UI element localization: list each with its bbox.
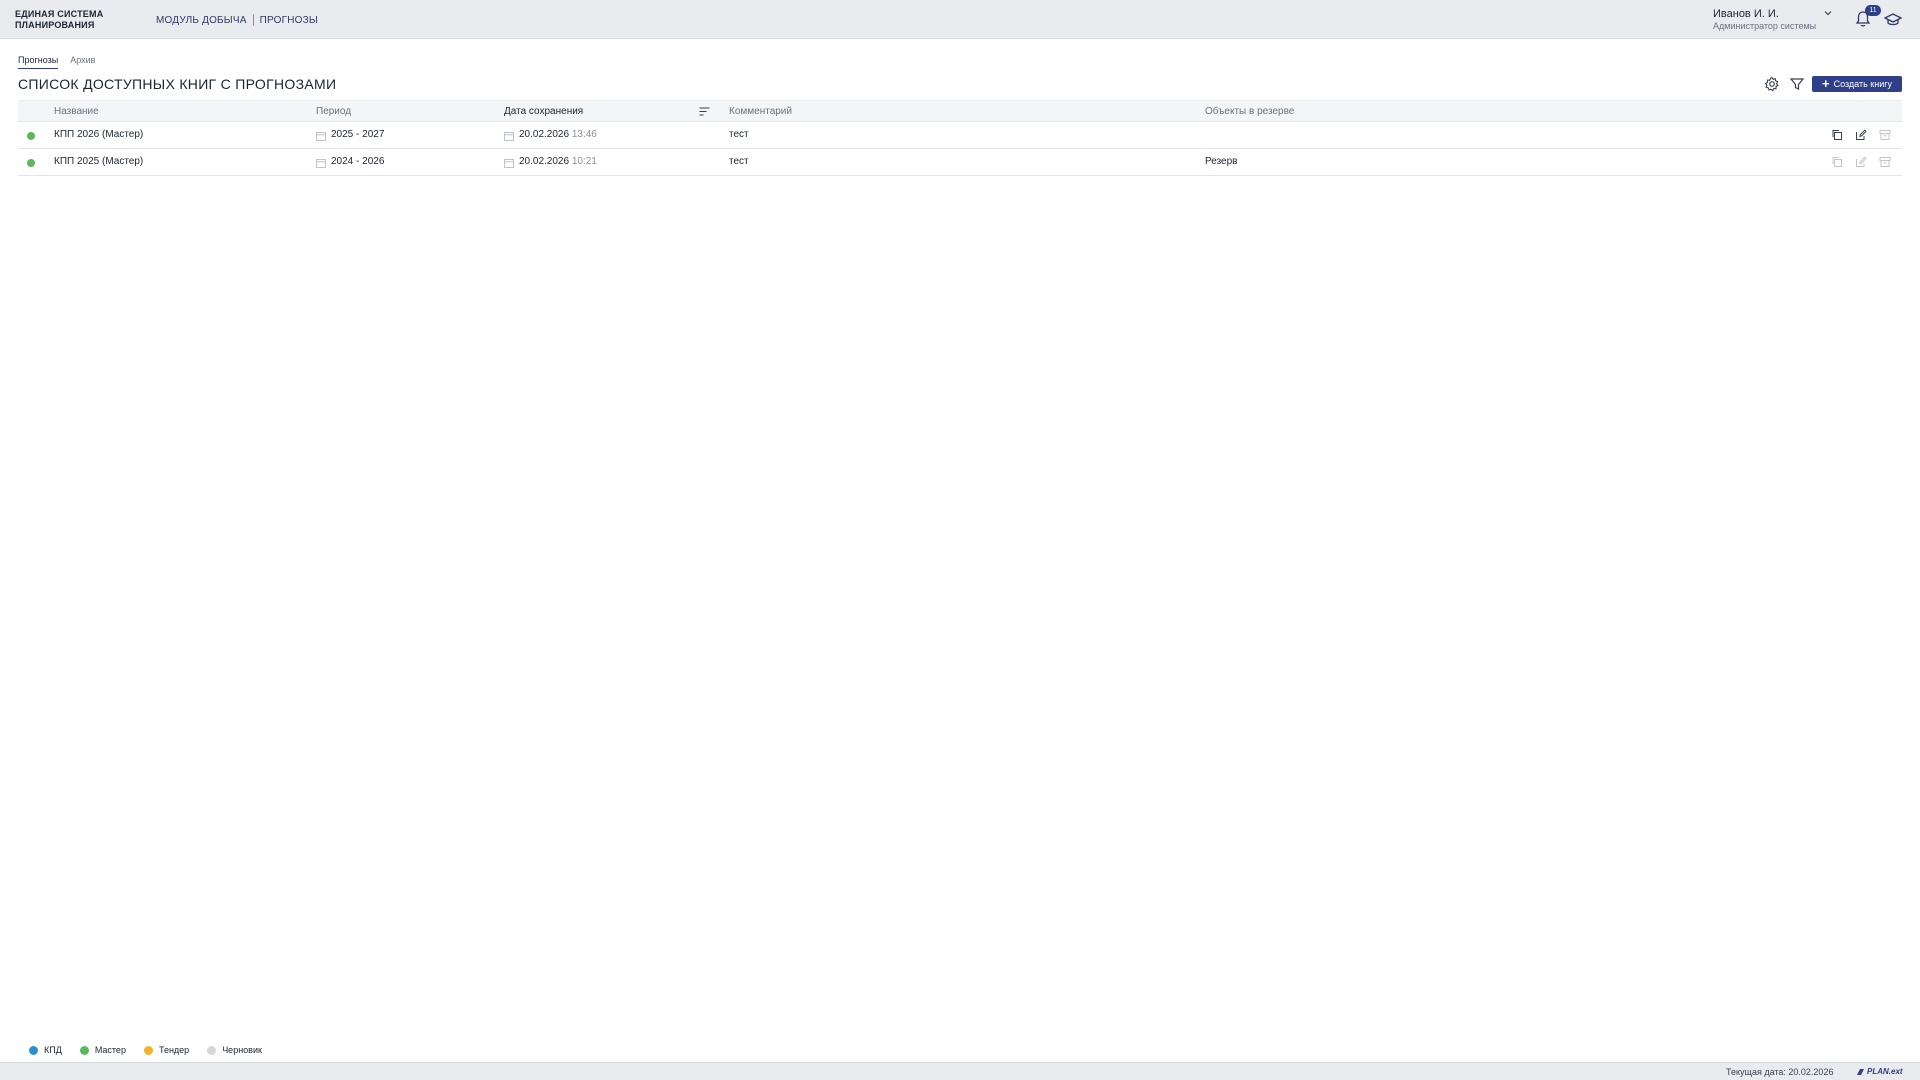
brand-logo: PLAN.ext	[1856, 1067, 1903, 1076]
breadcrumb: МОДУЛЬ ДОБЫЧА ПРОГНОЗЫ	[156, 14, 318, 26]
calendar-icon	[316, 159, 326, 168]
table-header: Название Период Дата сохранения Коммента…	[18, 100, 1902, 122]
edit-icon[interactable]	[1855, 156, 1867, 168]
graduation-cap-icon[interactable]	[1884, 12, 1902, 28]
legend-label: КПД	[44, 1045, 62, 1055]
breadcrumb-module[interactable]: МОДУЛЬ ДОБЫЧА	[156, 15, 247, 26]
legend-item-tender: Тендер	[143, 1045, 190, 1055]
row-date: 20.02.2026	[519, 129, 570, 140]
row-comment: тест	[729, 156, 749, 167]
breadcrumb-section[interactable]: ПРОГНОЗЫ	[260, 15, 318, 26]
table-row[interactable]: КПП 2025 (Мастер) 2024 - 2026 20.02.2026…	[18, 149, 1902, 176]
copy-icon[interactable]	[1831, 156, 1843, 168]
legend-dot	[79, 1045, 89, 1055]
row-time: 10:21	[571, 156, 597, 167]
status-bar: Текущая дата: 20.02.2026 PLAN.ext	[0, 1062, 1920, 1080]
row-name: КПП 2025 (Мастер)	[54, 156, 144, 167]
plus-icon: +	[1821, 76, 1830, 91]
sort-icon[interactable]	[699, 107, 710, 116]
user-name: Иванов И. И.	[1713, 8, 1779, 20]
legend-label: Тендер	[158, 1045, 190, 1055]
legend-item-draft: Черновик	[207, 1045, 262, 1055]
legend-label: Мастер	[94, 1045, 126, 1055]
table-row[interactable]: КПП 2026 (Мастер) 2025 - 2027 20.02.2026…	[18, 122, 1902, 149]
column-header-saved-date[interactable]: Дата сохранения	[504, 106, 583, 117]
create-book-label: Создать книгу	[1833, 79, 1892, 89]
logo-line-1: ЕДИНАЯ СИСТЕМА	[15, 9, 104, 19]
edit-icon[interactable]	[1855, 129, 1867, 141]
copy-icon[interactable]	[1831, 129, 1843, 141]
app-logo[interactable]: ЕДИНАЯ СИСТЕМА ПЛАНИРОВАНИЯ	[15, 9, 103, 31]
status-legend: КПД Мастер Тендер Черновик	[29, 1045, 262, 1055]
brand-mark-icon	[1857, 1068, 1864, 1075]
legend-item-master: Мастер	[79, 1045, 126, 1055]
row-reserve: Резерв	[1205, 156, 1238, 167]
row-period: 2024 - 2026	[331, 156, 385, 167]
legend-item-kpd: КПД	[29, 1045, 62, 1055]
row-date: 20.02.2026	[519, 156, 570, 167]
page-title: СПИСОК ДОСТУПНЫХ КНИГ С ПРОГНОЗАМИ	[18, 76, 337, 92]
row-time: 13:46	[571, 129, 597, 140]
legend-dot	[143, 1045, 153, 1055]
column-header-name[interactable]: Название	[54, 106, 99, 117]
current-date: Текущая дата: 20.02.2026	[1726, 1067, 1834, 1077]
row-period: 2025 - 2027	[331, 129, 385, 140]
top-bar: ЕДИНАЯ СИСТЕМА ПЛАНИРОВАНИЯ МОДУЛЬ ДОБЫЧ…	[0, 0, 1920, 39]
settings-gear-icon[interactable]	[1764, 76, 1780, 92]
notifications-badge: 11	[1865, 5, 1881, 16]
chevron-down-icon[interactable]	[1823, 8, 1833, 18]
column-header-period[interactable]: Период	[316, 106, 351, 117]
logo-line-2: ПЛАНИРОВАНИЯ	[15, 20, 95, 30]
calendar-icon	[316, 132, 326, 141]
user-role: Администратор системы	[1713, 21, 1817, 31]
tab-forecasts[interactable]: Прогнозы	[18, 55, 59, 69]
status-dot-master	[27, 132, 35, 140]
tab-archive[interactable]: Архив	[70, 55, 95, 69]
tab-bar: Прогнозы Архив	[18, 55, 95, 69]
row-comment: тест	[729, 129, 749, 140]
breadcrumb-separator	[252, 14, 254, 26]
brand-name: PLAN.ext	[1867, 1067, 1903, 1076]
column-header-comment[interactable]: Комментарий	[729, 106, 792, 117]
legend-label: Черновик	[222, 1045, 262, 1055]
calendar-icon	[504, 132, 514, 141]
archive-icon[interactable]	[1879, 129, 1891, 141]
user-menu[interactable]: Иванов И. И. Администратор системы	[1713, 8, 1816, 32]
filter-icon[interactable]	[1789, 76, 1805, 92]
column-header-reserve[interactable]: Объекты в резерве	[1205, 106, 1294, 117]
create-book-button[interactable]: + Создать книгу	[1812, 76, 1902, 92]
books-table: Название Период Дата сохранения Коммента…	[18, 100, 1902, 176]
archive-icon[interactable]	[1879, 156, 1891, 168]
status-dot-master	[27, 159, 35, 167]
legend-dot	[207, 1045, 217, 1055]
row-saved-date: 20.02.2026 10:21	[519, 156, 597, 167]
row-name: КПП 2026 (Мастер)	[54, 129, 144, 140]
row-saved-date: 20.02.2026 13:46	[519, 129, 597, 140]
legend-dot	[29, 1045, 38, 1055]
calendar-icon	[504, 159, 514, 168]
